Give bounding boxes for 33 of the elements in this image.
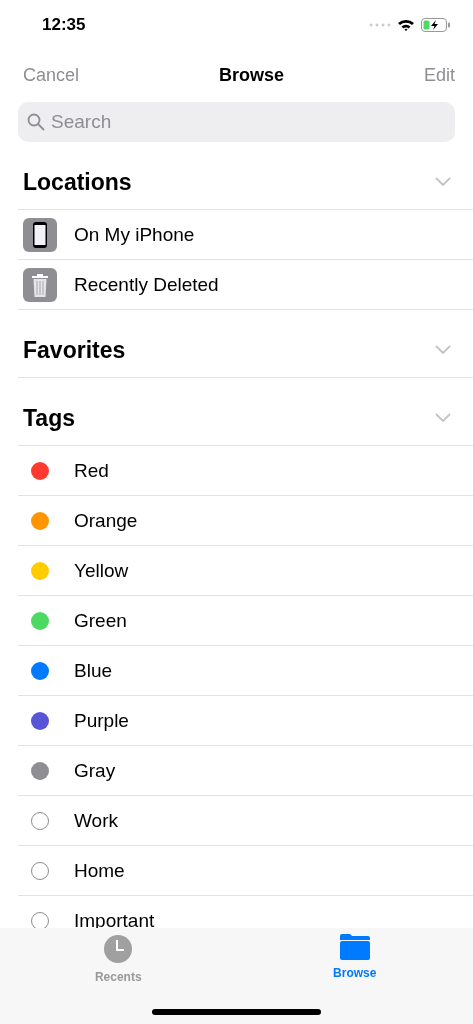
section-title: Locations <box>23 169 132 196</box>
edit-button[interactable]: Edit <box>423 64 455 86</box>
nav-title: Browse <box>219 64 284 86</box>
row-label: On My iPhone <box>74 223 195 246</box>
row-label: Gray <box>74 759 116 782</box>
chevron-down-icon[interactable] <box>435 177 451 186</box>
row-label: Recently Deleted <box>74 273 219 296</box>
clock-icon <box>103 934 134 964</box>
wifi-icon <box>397 18 415 32</box>
row-label: Blue <box>74 659 113 682</box>
search-icon <box>27 113 45 131</box>
signal-icon <box>369 23 391 27</box>
row-label: Yellow <box>74 559 129 582</box>
section-title: Tags <box>23 405 75 432</box>
row-label: Purple <box>74 709 129 732</box>
row-label: Green <box>74 609 127 632</box>
row-label: Important <box>74 909 155 932</box>
status-time: 12:35 <box>42 15 86 35</box>
chevron-down-icon[interactable] <box>435 413 451 422</box>
trash-icon <box>23 267 57 302</box>
folder-icon <box>339 934 370 960</box>
search-field[interactable]: Search <box>18 102 455 142</box>
row-label: Orange <box>74 509 138 532</box>
section-title: Favorites <box>23 337 126 364</box>
tab-item[interactable]: Recents <box>58 934 179 988</box>
battery-icon <box>421 18 451 32</box>
row-label: Home <box>74 859 125 882</box>
chevron-down-icon[interactable] <box>435 345 451 354</box>
phone-icon <box>23 217 57 252</box>
row-label: Red <box>74 459 109 482</box>
tab-item[interactable]: Browse <box>294 934 415 988</box>
cancel-button[interactable]: Cancel <box>23 64 80 86</box>
row-label: Work <box>74 809 118 832</box>
